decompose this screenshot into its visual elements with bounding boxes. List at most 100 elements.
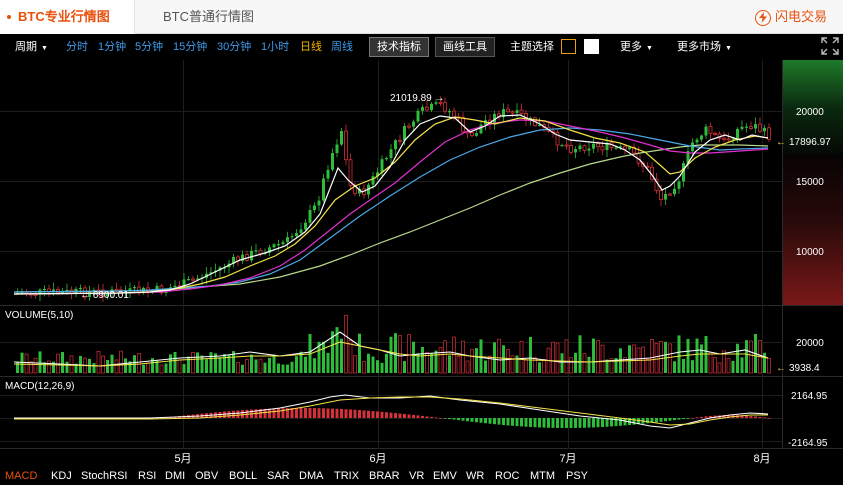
- volume-bar: [65, 361, 69, 373]
- indicator-tab-active[interactable]: MACD: [5, 470, 37, 482]
- volume-bar: [362, 361, 366, 374]
- volume-bar: [403, 361, 406, 373]
- indicator-bar: MACD KDJ StochRSI RSI DMI OBV BOLL SAR D…: [0, 467, 843, 485]
- macd-bar: [668, 418, 672, 421]
- macd-bar: [677, 418, 681, 420]
- ma10-line: [13, 116, 769, 295]
- macd-bar: [682, 418, 685, 420]
- candle-body: [277, 244, 280, 246]
- macd-bar: [344, 409, 348, 418]
- macd-bar: [511, 418, 514, 426]
- volume-bar: [691, 360, 694, 373]
- indicator-tab[interactable]: DMA: [299, 470, 323, 482]
- indicator-tab[interactable]: KDJ: [51, 470, 72, 482]
- volume-bar: [600, 344, 605, 374]
- candle-body: [519, 109, 524, 114]
- candle-body: [250, 250, 253, 261]
- macd-bar: [479, 418, 483, 423]
- candle-body: [452, 110, 456, 118]
- indicator-tab[interactable]: WR: [466, 470, 484, 482]
- candle-body: [448, 111, 451, 113]
- candle-body: [569, 144, 573, 153]
- volume-bar: [668, 343, 672, 374]
- macd-bar: [349, 409, 352, 418]
- svg-text:←: ←: [776, 137, 786, 148]
- candle-body: [290, 236, 294, 238]
- volume-bar: [196, 352, 199, 373]
- indicator-tab[interactable]: BOLL: [229, 470, 257, 482]
- macd-bar: [416, 415, 420, 418]
- volume-bar: [142, 364, 145, 373]
- candle-body: [677, 181, 681, 189]
- volume-bar: [38, 351, 42, 373]
- volume-bar: [731, 360, 735, 373]
- candle-body: [763, 127, 766, 132]
- volume-bar: [371, 356, 375, 373]
- indicator-tab[interactable]: MTM: [530, 470, 555, 482]
- candle-body: [587, 148, 591, 151]
- volume-bar: [574, 352, 577, 373]
- volume-bar: [645, 358, 650, 374]
- volume-bar: [592, 338, 595, 373]
- indicator-tab[interactable]: PSY: [566, 470, 588, 482]
- volume-bar: [736, 343, 739, 373]
- candle-body: [722, 137, 726, 140]
- indicator-tab[interactable]: DMI: [165, 470, 185, 482]
- indicator-tab[interactable]: BRAR: [369, 470, 400, 482]
- volume-bar: [24, 353, 29, 374]
- macd-panel-label: MACD(12,26,9): [5, 381, 74, 392]
- macd-bar: [403, 413, 406, 418]
- macd-bar: [430, 416, 433, 418]
- volume-bar: [380, 362, 384, 373]
- macd-bar: [448, 418, 451, 420]
- macd-bar: [664, 418, 667, 422]
- macd-bar: [574, 418, 577, 428]
- candle-body: [425, 106, 429, 111]
- low-price-annotation: ← 6900.01: [80, 290, 129, 301]
- volume-bar: [250, 354, 253, 373]
- macd-bar: [475, 418, 478, 423]
- macd-lines: [14, 394, 769, 429]
- candle-body: [254, 250, 258, 252]
- indicator-tab[interactable]: OBV: [195, 470, 218, 482]
- indicator-tab[interactable]: VR: [409, 470, 424, 482]
- candle-body: [623, 145, 627, 150]
- indicator-tab[interactable]: TRIX: [334, 470, 359, 482]
- indicator-tab[interactable]: RSI: [138, 470, 156, 482]
- candle-body: [515, 110, 519, 114]
- candle-body: [628, 147, 631, 150]
- volume-bar: [596, 340, 600, 374]
- volume-bar: [700, 344, 703, 373]
- volume-bar: [177, 359, 182, 374]
- volume-bar: [438, 347, 443, 374]
- candle-body: [258, 249, 263, 255]
- candle-body: [740, 126, 744, 129]
- volume-bar: [763, 352, 766, 373]
- volume-bar: [258, 358, 263, 374]
- candle-body: [596, 143, 600, 147]
- macd-bar: [596, 418, 600, 428]
- volume-bar: [254, 359, 258, 373]
- candle-body: [331, 153, 334, 170]
- indicator-tab[interactable]: ROC: [495, 470, 519, 482]
- volume-bar: [519, 340, 524, 374]
- candle-body: [371, 176, 375, 185]
- volume-bar: [578, 335, 582, 373]
- macd-bar: [659, 418, 663, 422]
- indicator-tab[interactable]: EMV: [433, 470, 457, 482]
- candle-body: [708, 126, 713, 134]
- volume-bar: [43, 362, 46, 373]
- chart-area[interactable]: 21019.89 → ← 6900.01 20000 15000 10000 ←…: [0, 0, 843, 467]
- candle-body: [479, 124, 483, 134]
- macd-bar: [655, 418, 658, 423]
- volume-bar: [272, 354, 276, 373]
- candle-body: [317, 200, 321, 206]
- macd-bar: [407, 414, 411, 418]
- moving-average-lines: [13, 114, 769, 295]
- candle-body: [470, 132, 474, 137]
- macd-bar: [425, 416, 429, 418]
- indicator-tab[interactable]: StochRSI: [81, 470, 127, 482]
- macd-bar: [686, 418, 690, 419]
- macd-bar: [691, 417, 694, 419]
- indicator-tab[interactable]: SAR: [267, 470, 290, 482]
